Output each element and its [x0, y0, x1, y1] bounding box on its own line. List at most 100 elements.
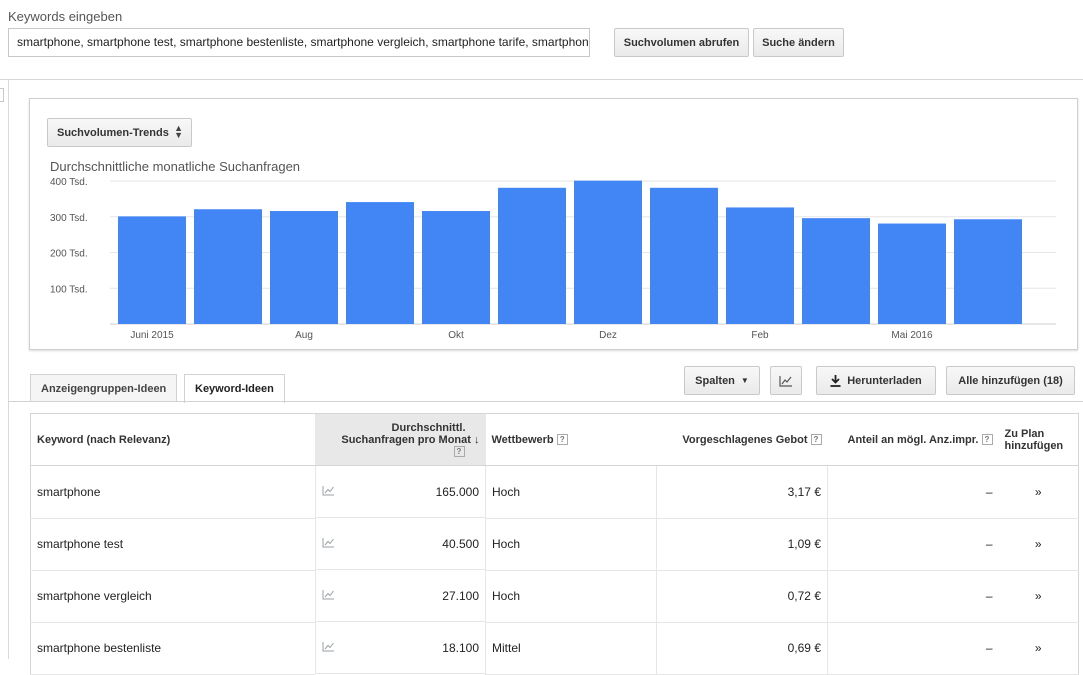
col-header-volume-line1: Durchschnittl.: [391, 421, 466, 434]
help-icon[interactable]: ?: [453, 446, 465, 458]
search-volume-card: Suchvolumen-Trends ▲ ▼ Durchschnittliche …: [29, 98, 1078, 350]
x-tick-label: Okt: [448, 330, 464, 341]
col-header-bid[interactable]: Vorgeschlagenes Gebot?: [656, 413, 828, 466]
share-cell: –: [827, 465, 999, 519]
download-button[interactable]: Herunterladen: [816, 366, 936, 395]
add-all-button[interactable]: Alle hinzufügen (18): [946, 366, 1075, 395]
bar: [954, 219, 1022, 324]
y-tick-label: 200 Tsd.: [50, 249, 88, 260]
caret-down-icon: ▼: [740, 376, 749, 385]
competition-cell: Mittel: [485, 622, 657, 675]
columns-button-label: Spalten: [695, 374, 735, 387]
competition-cell: Hoch: [485, 465, 657, 519]
volume-value: 18.100: [442, 640, 479, 655]
col-header-volume-help-wrap: ?: [321, 446, 480, 458]
col-header-keyword[interactable]: Keyword (nach Relevanz): [30, 413, 315, 466]
col-header-plan-line2: hinzufügen: [1004, 439, 1064, 452]
bar: [726, 207, 794, 324]
double-chevron-right-icon: »: [1034, 484, 1042, 499]
x-tick-label: Feb: [751, 330, 769, 341]
help-icon[interactable]: ?: [810, 434, 822, 446]
keyword-cell: smartphone bestenliste: [30, 622, 315, 675]
share-cell: –: [827, 622, 999, 675]
col-header-volume[interactable]: Durchschnittl. Suchanfragen pro Monat ↓ …: [314, 413, 486, 466]
volume-value: 165.000: [435, 484, 479, 499]
share-cell: –: [827, 570, 999, 623]
tab-adgroup-ideas[interactable]: Anzeigengruppen-Ideen: [30, 374, 178, 402]
keyword-cell: smartphone: [30, 465, 315, 519]
add-to-plan-button[interactable]: »: [998, 518, 1079, 571]
col-header-share-label: Anteil an mögl. Anz.impr.: [847, 433, 979, 446]
keyword-cell: smartphone vergleich: [30, 570, 315, 623]
bid-cell: 3,17 €: [656, 465, 828, 519]
columns-button[interactable]: Spalten ▼: [684, 366, 760, 395]
y-tick-label: 400 Tsd.: [50, 177, 88, 188]
sidebar-divider: [8, 80, 9, 659]
help-icon[interactable]: ?: [556, 434, 568, 446]
volume-cell: 18.100: [314, 622, 485, 674]
bar: [194, 209, 262, 324]
table-header-row: Keyword (nach Relevanz) Durchschnittl. S…: [30, 413, 1079, 466]
download-button-label: Herunterladen: [847, 374, 922, 387]
table-row: smartphone test 40.500 Hoch 1,09 € – »: [30, 518, 1079, 571]
chart-toggle-button[interactable]: [770, 366, 802, 395]
x-tick-label: Mai 2016: [891, 330, 933, 341]
table-row: smartphone bestenliste 18.100 Mittel 0,6…: [30, 622, 1079, 675]
sidebar-toggle-handle[interactable]: [0, 88, 4, 102]
bar: [346, 202, 414, 324]
keyword-cell: smartphone test: [30, 518, 315, 571]
bid-cell: 0,72 €: [656, 570, 828, 623]
col-header-competition[interactable]: Wettbewerb?: [485, 413, 657, 466]
table-row: smartphone vergleich 27.100 Hoch 0,72 € …: [30, 570, 1079, 623]
trend-chart-icon[interactable]: [322, 485, 335, 499]
bar: [498, 187, 566, 324]
double-chevron-right-icon: »: [1034, 589, 1042, 603]
x-tick-label: Aug: [295, 330, 313, 341]
keyword-input-label: Keywords eingeben: [8, 9, 123, 24]
volume-cell: 165.000: [314, 466, 485, 518]
bar: [118, 216, 186, 324]
volume-cell: 40.500: [314, 518, 485, 570]
col-header-volume-line2: Suchanfragen pro Monat: [341, 433, 471, 446]
bar: [270, 211, 338, 324]
table-row: smartphone 165.000 Hoch 3,17 € – »: [30, 465, 1079, 519]
col-header-keyword-label: Keyword (nach Relevanz): [37, 433, 171, 446]
trend-chart-icon[interactable]: [322, 641, 335, 655]
col-header-bid-label: Vorgeschlagenes Gebot: [682, 433, 808, 446]
tab-keyword-ideas[interactable]: Keyword-Ideen: [184, 374, 285, 403]
tab-baseline: [8, 401, 1083, 402]
trend-chart-icon: [779, 375, 792, 387]
double-chevron-right-icon: »: [1034, 537, 1042, 551]
col-header-add-to-plan: Zu Plan hinzufügen: [998, 413, 1079, 466]
bar: [422, 211, 490, 324]
trend-chart-icon[interactable]: [322, 537, 335, 551]
arrow-down-icon: ↓: [474, 433, 480, 446]
bar: [650, 187, 718, 324]
volume-value: 40.500: [442, 536, 479, 551]
bid-cell: 1,09 €: [656, 518, 828, 571]
trend-chart-icon[interactable]: [322, 589, 335, 603]
col-header-share[interactable]: Anteil an mögl. Anz.impr.?: [827, 413, 999, 466]
fetch-volume-button[interactable]: Suchvolumen abrufen: [614, 28, 749, 57]
download-icon: [830, 374, 841, 387]
bar: [878, 223, 946, 324]
volume-cell: 27.100: [314, 570, 485, 622]
add-to-plan-button[interactable]: »: [998, 465, 1079, 519]
col-header-volume-line2-wrap: Suchanfragen pro Monat ↓: [321, 433, 480, 446]
edit-search-button[interactable]: Suche ändern: [753, 28, 844, 57]
keyword-table: Keyword (nach Relevanz) Durchschnittl. S…: [30, 413, 1079, 675]
competition-cell: Hoch: [485, 518, 657, 571]
share-cell: –: [827, 518, 999, 571]
bar: [574, 180, 642, 324]
keyword-search-area: Keywords eingeben smartphone, smartphone…: [0, 0, 1083, 80]
volume-value: 27.100: [442, 588, 479, 603]
search-volume-chart: 100 Tsd. 200 Tsd. 300 Tsd. 400 Tsd. Juni 201…: [50, 177, 1056, 341]
add-to-plan-button[interactable]: »: [998, 570, 1079, 623]
competition-cell: Hoch: [485, 570, 657, 623]
double-chevron-right-icon: »: [1034, 641, 1042, 655]
col-header-competition-label: Wettbewerb: [491, 433, 554, 446]
help-icon[interactable]: ?: [981, 434, 993, 446]
add-to-plan-button[interactable]: »: [998, 622, 1079, 675]
bid-cell: 0,69 €: [656, 622, 828, 675]
keyword-input[interactable]: smartphone, smartphone test, smartphone …: [8, 28, 590, 57]
